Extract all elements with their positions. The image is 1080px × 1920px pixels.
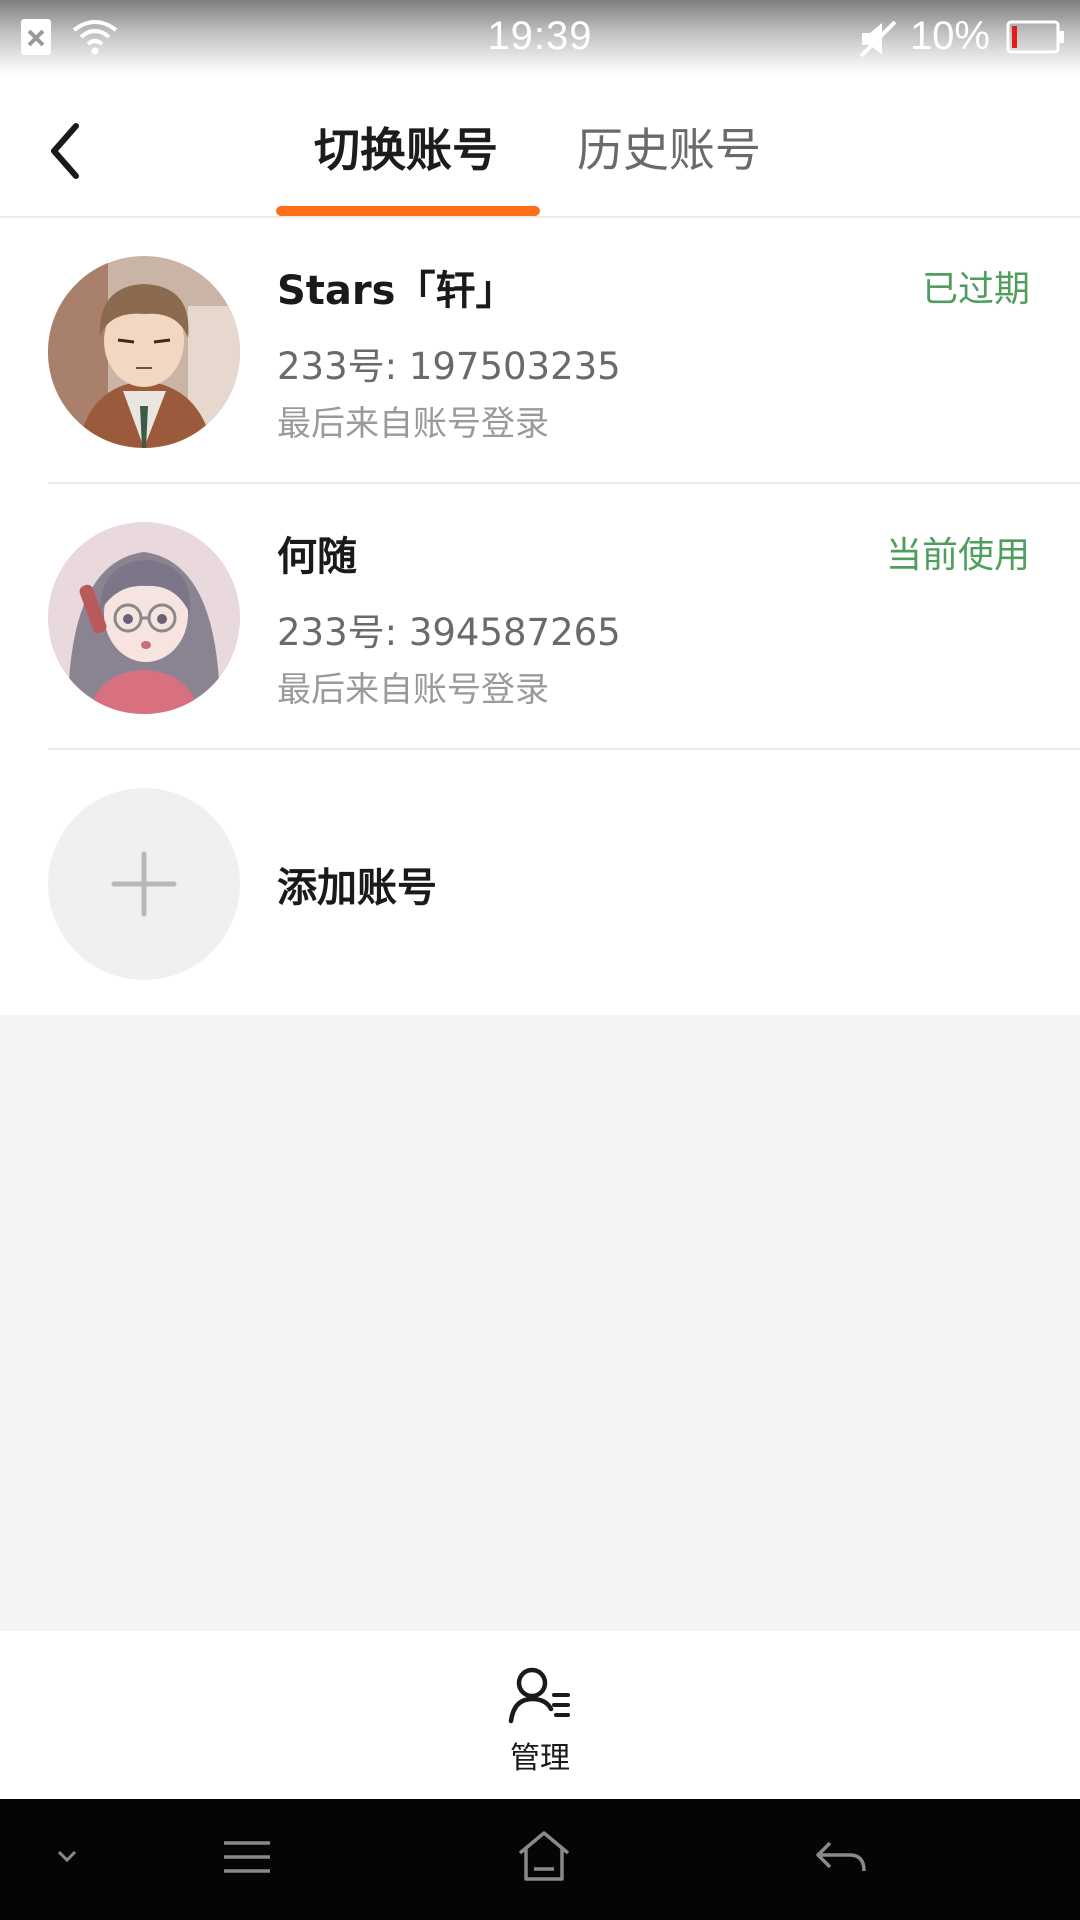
battery-percent: 10% <box>909 14 990 58</box>
tab-switch-account[interactable]: 切换账号 <box>314 114 498 180</box>
account-name: 何随 <box>277 534 357 580</box>
menu-icon[interactable] <box>220 1837 274 1879</box>
avatar <box>48 256 240 448</box>
tab-history-account[interactable]: 历史账号 <box>577 114 761 180</box>
add-account-row[interactable]: 添加账号 <box>0 750 1080 1015</box>
back-arrow-icon[interactable] <box>40 116 100 186</box>
avatar <box>48 522 240 714</box>
header: 切换账号 历史账号 <box>0 76 1080 218</box>
active-tab-indicator <box>276 206 540 216</box>
account-id: 233号: 394587265 <box>277 611 621 654</box>
chevron-down-icon[interactable] <box>52 1841 82 1871</box>
screen: 19:39 10% 切换账号 历史账号 Stars「轩」 已过期 233号: 1… <box>0 0 1080 1920</box>
account-row[interactable]: 何随 当前使用 233号: 394587265 最后来自账号登录 <box>0 484 1080 750</box>
account-id: 233号: 197503235 <box>277 345 621 388</box>
add-account-label: 添加账号 <box>277 865 437 911</box>
manage-user-icon <box>508 1667 570 1724</box>
home-icon[interactable] <box>516 1829 572 1883</box>
account-list: Stars「轩」 已过期 233号: 197503235 最后来自账号登录 何随… <box>0 218 1080 1015</box>
mute-icon <box>859 20 897 58</box>
status-bar: 19:39 10% <box>0 0 1080 76</box>
bottom-tab-bar: 管理 <box>0 1631 1080 1799</box>
manage-button[interactable]: 管理 <box>490 1665 590 1777</box>
last-login-text: 最后来自账号登录 <box>277 404 549 444</box>
manage-label: 管理 <box>510 1741 570 1776</box>
plus-icon <box>111 851 177 917</box>
account-status-badge: 已过期 <box>921 269 1030 310</box>
battery-icon <box>1006 20 1064 54</box>
last-login-text: 最后来自账号登录 <box>277 670 549 710</box>
add-account-button[interactable] <box>48 788 240 980</box>
account-row[interactable]: Stars「轩」 已过期 233号: 197503235 最后来自账号登录 <box>0 218 1080 484</box>
back-icon[interactable] <box>814 1835 868 1879</box>
account-name: Stars「轩」 <box>277 268 516 314</box>
system-nav-bar <box>0 1799 1080 1920</box>
account-status-badge: 当前使用 <box>885 535 1030 576</box>
